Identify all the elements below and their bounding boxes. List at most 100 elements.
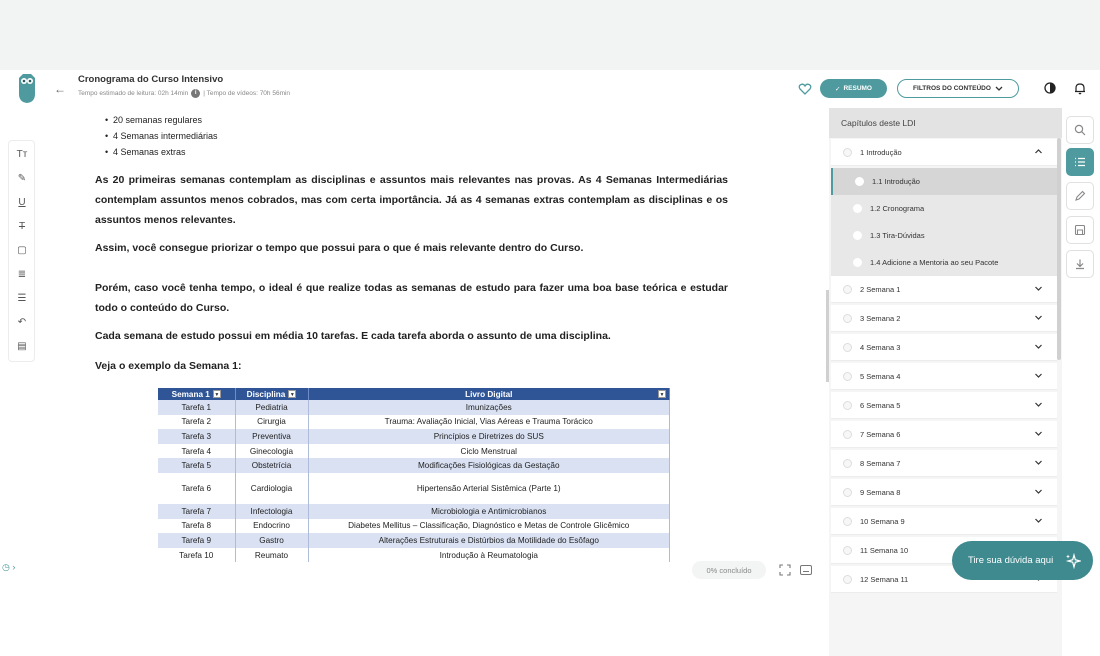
strikethrough-icon[interactable]: T [15, 219, 29, 233]
chevron-down-icon[interactable] [1034, 400, 1043, 409]
check-icon: ✓ [835, 85, 841, 93]
pencil-icon [1075, 190, 1086, 201]
status-circle-icon [843, 545, 852, 555]
chapter-item[interactable]: 5 Semana 4 [831, 363, 1057, 390]
list-icon [1075, 157, 1085, 167]
table-row: Tarefa 4 Ginecologia Ciclo Menstrual [158, 443, 670, 459]
status-circle-icon [843, 487, 852, 497]
chevron-down-icon[interactable] [1034, 342, 1043, 351]
status-circle-icon [843, 371, 852, 381]
week-table: Semana 1 ▼ Disciplina ▼ Livro Digital ▼ Tar… [158, 388, 670, 563]
status-circle-icon [853, 204, 862, 213]
fullscreen-icon[interactable] [779, 564, 791, 576]
chapter-item[interactable]: 7 Semana 6 [831, 421, 1057, 448]
list-item: 20 semanas regulares [105, 112, 218, 128]
download-button[interactable] [1066, 250, 1094, 278]
status-circle-icon [843, 400, 852, 410]
chevron-down-icon[interactable] [1034, 516, 1043, 525]
chapter-item[interactable]: 1 Introdução [831, 139, 1057, 166]
paragraph: As 20 primeiras semanas contemplam as di… [95, 174, 728, 226]
chevron-up-icon[interactable] [1034, 147, 1043, 156]
filter-dropdown-icon[interactable]: ▼ [212, 390, 221, 399]
sidebar-scrollbar[interactable] [1057, 138, 1061, 360]
subchapter-item[interactable]: 1.4 Adicione a Mentoria ao seu Pacote [831, 249, 1057, 276]
status-circle-icon [843, 429, 852, 439]
subchapter-item[interactable]: 1.3 Tira-Dúvidas [831, 222, 1057, 249]
table-header[interactable]: Disciplina ▼ [235, 388, 309, 400]
document-title: Cronograma do Curso Intensivo [78, 74, 224, 85]
help-label: Tire sua dúvida aqui [968, 555, 1054, 566]
list-icon[interactable]: ☰ [15, 291, 29, 305]
status-circle-icon [843, 147, 852, 157]
heart-icon[interactable] [798, 82, 812, 96]
pencil-icon[interactable]: ✎ [15, 171, 29, 185]
download-icon [1076, 259, 1084, 270]
keyboard-icon[interactable]: ▤ [15, 339, 29, 353]
table-row: Tarefa 8 Endocrino Diabetes Mellitus – Cla… [158, 518, 670, 534]
indent-icon[interactable]: ≣ [15, 267, 29, 281]
sidebar-title: Capítulos deste LDI [829, 108, 1062, 138]
resumo-label: RESUMO [843, 85, 872, 92]
table-row: Tarefa 2 Cirurgia Trauma: Avaliação Inicia… [158, 414, 670, 430]
chevron-down-icon[interactable] [1034, 487, 1043, 496]
reading-time: Tempo estimado de leitura: 02h 14min [78, 90, 189, 97]
document-meta: Tempo estimado de leitura: 02h 14min i |… [78, 89, 290, 98]
status-circle-icon [843, 284, 852, 294]
table-row: Tarefa 6 Cardiologia Hipertensão Arterial … [158, 472, 670, 504]
table-row: Tarefa 3 Preventiva Princípios e Diretrize… [158, 429, 670, 444]
table-row: Tarefa 9 Gastro Alterações Estruturais e D… [158, 533, 670, 548]
paragraph: Porém, caso você tenha tempo, o ideal é … [95, 282, 728, 314]
content-scrollbar[interactable] [826, 290, 829, 382]
undo-icon[interactable]: ↶ [15, 315, 29, 329]
subchapter-item[interactable]: 1.2 Cronograma [831, 195, 1057, 222]
filtros-label: FILTROS DO CONTEÚDO [913, 85, 991, 92]
chapter-item[interactable]: 9 Semana 8 [831, 479, 1057, 506]
paragraph: Cada semana de estudo possui em média 10… [95, 330, 611, 342]
notes-button[interactable] [1066, 182, 1094, 210]
video-time: | Tempo de vídeos: 70h 56min [203, 90, 291, 97]
paragraph: Veja o exemplo da Semana 1: [95, 360, 242, 372]
table-header-row: Semana 1 ▼ Disciplina ▼ Livro Digital ▼ [158, 388, 670, 400]
chevron-down-icon [995, 86, 1003, 91]
chevron-down-icon[interactable] [1034, 284, 1043, 293]
text-size-icon[interactable]: Tт [15, 147, 29, 161]
chapter-item[interactable]: 3 Semana 2 [831, 305, 1057, 332]
owl-logo-icon[interactable] [16, 72, 38, 104]
chevron-down-icon[interactable] [1034, 313, 1043, 322]
chapter-item[interactable]: 4 Semana 3 [831, 334, 1057, 361]
chapter-item[interactable]: 6 Semana 5 [831, 392, 1057, 419]
table-header[interactable]: Semana 1 ▼ [158, 388, 236, 400]
filter-dropdown-icon[interactable]: ▼ [288, 390, 297, 399]
chevron-down-icon[interactable] [1034, 429, 1043, 438]
info-icon[interactable]: i [191, 89, 201, 98]
timer-icon[interactable]: ◷ › [2, 562, 15, 573]
filter-dropdown-icon[interactable]: ▼ [658, 390, 666, 398]
table-header[interactable]: Livro Digital ▼ [308, 388, 670, 400]
status-circle-icon [843, 458, 852, 468]
help-chat-button[interactable]: Tire sua dúvida aqui [952, 541, 1093, 580]
resumo-button[interactable]: ✓ RESUMO [820, 79, 887, 98]
subchapter-item[interactable]: 1.1 Introdução [831, 168, 1057, 195]
underline-icon[interactable]: U [15, 195, 29, 209]
filtros-button[interactable]: FILTROS DO CONTEÚDO [897, 79, 1019, 98]
browser-top-band [0, 0, 1100, 70]
table-row: Tarefa 7 Infectologia Microbiologia e Anti… [158, 503, 670, 519]
chapters-button[interactable] [1066, 148, 1094, 176]
chapter-item[interactable]: 10 Semana 9 [831, 508, 1057, 535]
chapter-item[interactable]: 8 Semana 7 [831, 450, 1057, 477]
back-arrow-icon[interactable]: ← [54, 82, 66, 96]
status-circle-icon [853, 231, 862, 240]
bell-icon[interactable] [1074, 82, 1086, 95]
save-button[interactable] [1066, 216, 1094, 244]
chevron-down-icon[interactable] [1034, 458, 1043, 467]
subtitle-icon[interactable] [800, 565, 812, 575]
search-button[interactable] [1066, 116, 1094, 144]
progress-badge: 0% concluído [692, 561, 766, 579]
status-circle-icon [855, 177, 864, 186]
chevron-down-icon[interactable] [1034, 371, 1043, 380]
bullet-list: 20 semanas regulares 4 Semanas intermedi… [105, 112, 218, 160]
chapter-item[interactable]: 2 Semana 1 [831, 276, 1057, 303]
note-icon[interactable]: ▢ [15, 243, 29, 257]
editing-toolbar: Tт ✎ U T ▢ ≣ ☰ ↶ ▤ [8, 140, 35, 362]
contrast-icon[interactable] [1044, 82, 1056, 94]
